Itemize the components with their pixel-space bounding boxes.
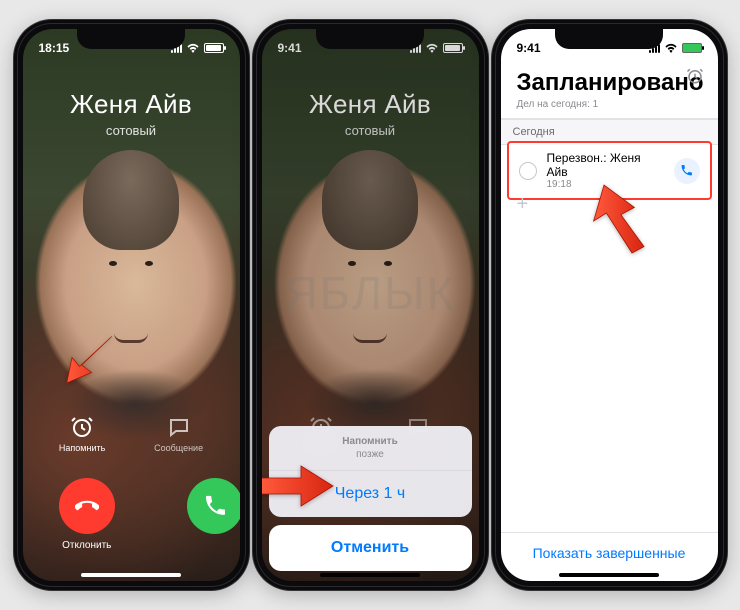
home-indicator[interactable] — [559, 573, 659, 577]
reminder-title: Перезвон.: Женя Айв — [547, 151, 664, 179]
wifi-icon — [186, 43, 200, 53]
remind-label: Напомнить — [59, 443, 105, 453]
phone-frame-2: 9:41 Женя Айв сотовый Напомнить — [253, 20, 488, 590]
caller-name: Женя Айв — [23, 89, 240, 120]
sheet-option-1h[interactable]: Через 1 ч — [269, 471, 472, 517]
page-subtitle: Дел на сегодня: 1 — [517, 99, 702, 110]
notch — [555, 29, 663, 49]
notch — [316, 29, 424, 49]
caller-info: Женя Айв сотовый — [23, 89, 240, 138]
phone-frame-1: 18:15 Женя Айв сотовый Напомнить — [14, 20, 249, 590]
decline-icon — [75, 494, 99, 518]
phone-frame-3: 9:41 Запланировано Дел на сегодня: 1 Сег… — [492, 20, 727, 590]
status-time: 9:41 — [517, 41, 541, 55]
wifi-icon — [664, 43, 678, 53]
sheet-title: Напомнить позже — [269, 426, 472, 471]
call-button[interactable] — [674, 158, 700, 184]
decline-label: Отклонить — [62, 540, 111, 551]
accept-icon — [203, 494, 227, 518]
reminder-time: 19:18 — [547, 179, 664, 190]
battery-icon — [682, 43, 702, 53]
show-completed-link[interactable]: Показать завершенные — [501, 532, 718, 573]
decline-button[interactable]: Отклонить — [59, 478, 115, 551]
phone-icon — [680, 164, 693, 177]
message-icon — [167, 415, 191, 439]
alarm-icon[interactable] — [686, 67, 704, 85]
add-reminder-button[interactable]: + — [517, 193, 529, 216]
message-label: Сообщение — [154, 443, 203, 453]
radio-icon[interactable] — [519, 162, 537, 180]
caller-subtitle: сотовый — [23, 123, 240, 138]
message-button[interactable]: Сообщение — [154, 415, 203, 453]
alarm-icon — [70, 415, 94, 439]
home-indicator[interactable] — [81, 573, 181, 577]
reminder-item[interactable]: Перезвон.: Женя Айв 19:18 — [507, 141, 712, 200]
accept-button[interactable] — [187, 478, 239, 551]
notch — [77, 29, 185, 49]
sheet-cancel[interactable]: Отменить — [269, 525, 472, 571]
action-sheet: Напомнить позже Через 1 ч Отменить — [269, 426, 472, 571]
status-time: 18:15 — [39, 41, 70, 55]
battery-icon — [204, 43, 224, 53]
page-title: Запланировано — [517, 69, 702, 97]
remind-button[interactable]: Напомнить — [59, 415, 105, 453]
